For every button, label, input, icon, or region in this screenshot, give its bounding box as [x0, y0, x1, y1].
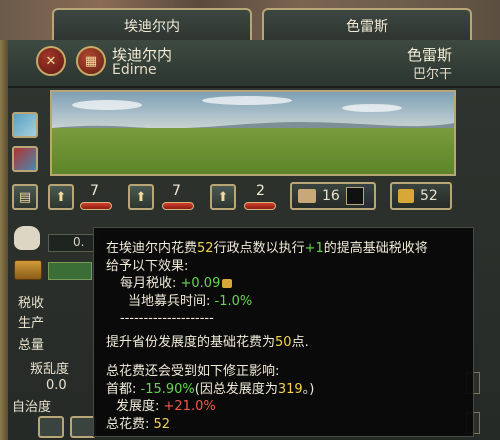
- buildings-slots-value: 16: [322, 188, 340, 204]
- area-name[interactable]: 色雷斯: [407, 44, 452, 65]
- province-landscape-image: [50, 90, 456, 176]
- book-icon[interactable]: ▤: [12, 184, 38, 210]
- base-cost-value: 50: [275, 334, 292, 350]
- effect-label: 每月税收:: [120, 276, 181, 291]
- person-silhouette-icon: [345, 187, 364, 205]
- shield-icon: ✕: [45, 53, 57, 69]
- grass-field: [52, 128, 454, 174]
- tooltip-line: 在埃迪尔内花费52行政点数以执行+1的提高基础税收将: [106, 240, 463, 258]
- tooltip-text: 提升省份发展度的基础花费为: [106, 334, 276, 350]
- tab-area[interactable]: 色雷斯: [262, 8, 472, 42]
- modifier-label: 发展度:: [116, 399, 164, 414]
- production-label: 生产: [18, 316, 45, 331]
- panel-rail: [0, 40, 8, 440]
- tooltip-text: 在埃迪尔内花费: [106, 241, 198, 256]
- cloud: [342, 104, 402, 112]
- tooltip-text: 点.: [291, 334, 309, 350]
- manpower-development-icon[interactable]: ⬆: [210, 184, 236, 210]
- tooltip-text: 。): [302, 381, 315, 397]
- province-latin-name: Edirne: [112, 62, 157, 78]
- base-cost-line: 提升省份发展度的基础花费为50点.: [106, 334, 463, 352]
- province-action-button[interactable]: ▦: [76, 46, 106, 76]
- region-name[interactable]: 巴尔干: [413, 63, 452, 82]
- close-province-button[interactable]: ✕: [36, 46, 66, 76]
- cloud: [202, 96, 292, 105]
- modifier-value: -15.90%: [140, 381, 195, 397]
- buildings-box[interactable]: 16: [290, 182, 376, 210]
- tax-decrease-button[interactable]: [80, 202, 112, 210]
- effect-value: +0.09: [180, 276, 221, 291]
- treasure-chest-icon: [14, 260, 42, 280]
- unrest-value: 0.0: [46, 378, 67, 393]
- development-coins-icon: [398, 189, 414, 203]
- total-cost-value: 52: [153, 416, 171, 432]
- cost-value: 52: [197, 241, 214, 256]
- tooltip-line: 给予以下效果:: [106, 258, 189, 274]
- tab-province[interactable]: 埃迪尔内: [52, 8, 252, 42]
- map-icon: [298, 189, 316, 203]
- total-cost-label: 总花费:: [106, 416, 154, 432]
- production-development-value: 7: [172, 183, 181, 199]
- effect-label: 当地募兵时间:: [128, 293, 215, 309]
- effect-value: -1.0%: [214, 293, 253, 309]
- tooltip-text: 的提高基础税收将: [323, 241, 428, 256]
- tooltip-text: (因总发展度为: [194, 381, 278, 397]
- manpower-decrease-button[interactable]: [244, 202, 276, 210]
- skull-icon: [14, 226, 40, 250]
- ducats-icon: [222, 279, 233, 288]
- total-label: 总量: [18, 338, 45, 353]
- manpower-development-value: 2: [256, 183, 265, 199]
- capital-modifier: 首都: -15.90%(因总发展度为319。): [106, 381, 463, 399]
- tooltip-divider: --------------------: [120, 311, 214, 326]
- unrest-label: 叛乱度: [30, 362, 70, 377]
- total-development-value: 52: [420, 188, 438, 204]
- modifiers-title: 总花费还会受到如下修正影响:: [106, 364, 280, 379]
- development-modifier: 发展度: +21.0%: [106, 398, 463, 416]
- modifier-label: 首都:: [106, 381, 141, 397]
- tooltip-text: 行政点数以执行: [213, 241, 305, 256]
- partial-value: 0.: [48, 234, 98, 252]
- total-development-note: 319: [277, 381, 303, 397]
- total-development-box: 52: [390, 182, 452, 210]
- total-cost-line: 总花费: 52: [106, 416, 463, 434]
- production-decrease-button[interactable]: [162, 202, 194, 210]
- monthly-tax-effect: 每月税收: +0.09: [106, 275, 463, 293]
- tax-development-value: 7: [90, 183, 99, 199]
- recruit-time-effect: 当地募兵时间: -1.0%: [106, 293, 463, 311]
- tax-label: 税收: [18, 296, 45, 311]
- production-development-icon[interactable]: ⬆: [128, 184, 154, 210]
- develop-tax-tooltip: 在埃迪尔内花费52行政点数以执行+1的提高基础税收将 给予以下效果: 每月税收:…: [93, 227, 474, 437]
- autonomy-label: 自治度: [12, 400, 52, 415]
- increase-value: +1: [304, 241, 324, 256]
- progress-bar: [48, 262, 92, 280]
- trade-node-icon[interactable]: [12, 112, 38, 138]
- cloud: [72, 100, 142, 110]
- modifier-value: +21.0%: [163, 399, 216, 414]
- terrain-icon[interactable]: [12, 146, 38, 172]
- tax-development-icon[interactable]: ⬆: [48, 184, 74, 210]
- edict-icon[interactable]: [38, 416, 64, 438]
- scroll-icon: ▦: [84, 53, 98, 69]
